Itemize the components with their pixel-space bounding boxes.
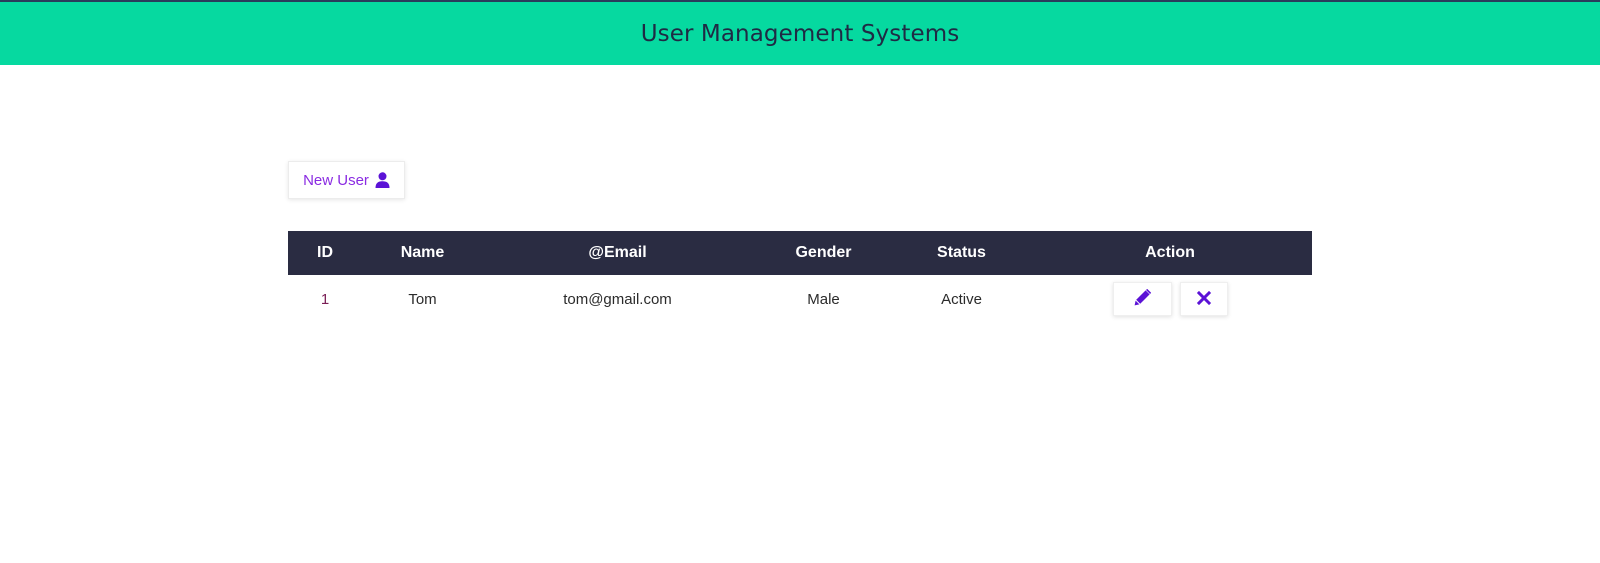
user-icon — [375, 172, 390, 188]
column-header-gender: Gender — [795, 244, 852, 261]
column-header-name: Name — [400, 244, 445, 261]
cell-actions — [1028, 275, 1312, 323]
close-icon — [1196, 290, 1211, 308]
column-header-email: @Email — [588, 244, 647, 261]
app-header: User Management Systems — [0, 0, 1600, 65]
cell-gender: Male — [807, 290, 840, 308]
table-row: 1 Tom tom@gmail.com Male Active — [288, 275, 1312, 323]
cell-id: 1 — [320, 290, 330, 308]
new-user-button[interactable]: New User — [288, 161, 405, 199]
table-header-row: ID Name @Email Gender Status Action — [288, 231, 1312, 275]
cell-name: Tom — [408, 290, 437, 308]
page-title: User Management Systems — [640, 20, 960, 47]
new-user-label: New User — [303, 171, 369, 189]
column-header-action: Action — [1145, 244, 1195, 261]
delete-user-button[interactable] — [1179, 282, 1228, 316]
column-header-status: Status — [937, 244, 986, 261]
cell-email: tom@gmail.com — [563, 290, 672, 308]
pencil-icon — [1134, 288, 1151, 309]
edit-user-button[interactable] — [1112, 282, 1172, 316]
column-header-id: ID — [317, 244, 333, 261]
users-table: ID Name @Email Gender Status Action 1 To… — [288, 231, 1312, 323]
cell-status: Active — [941, 290, 982, 308]
